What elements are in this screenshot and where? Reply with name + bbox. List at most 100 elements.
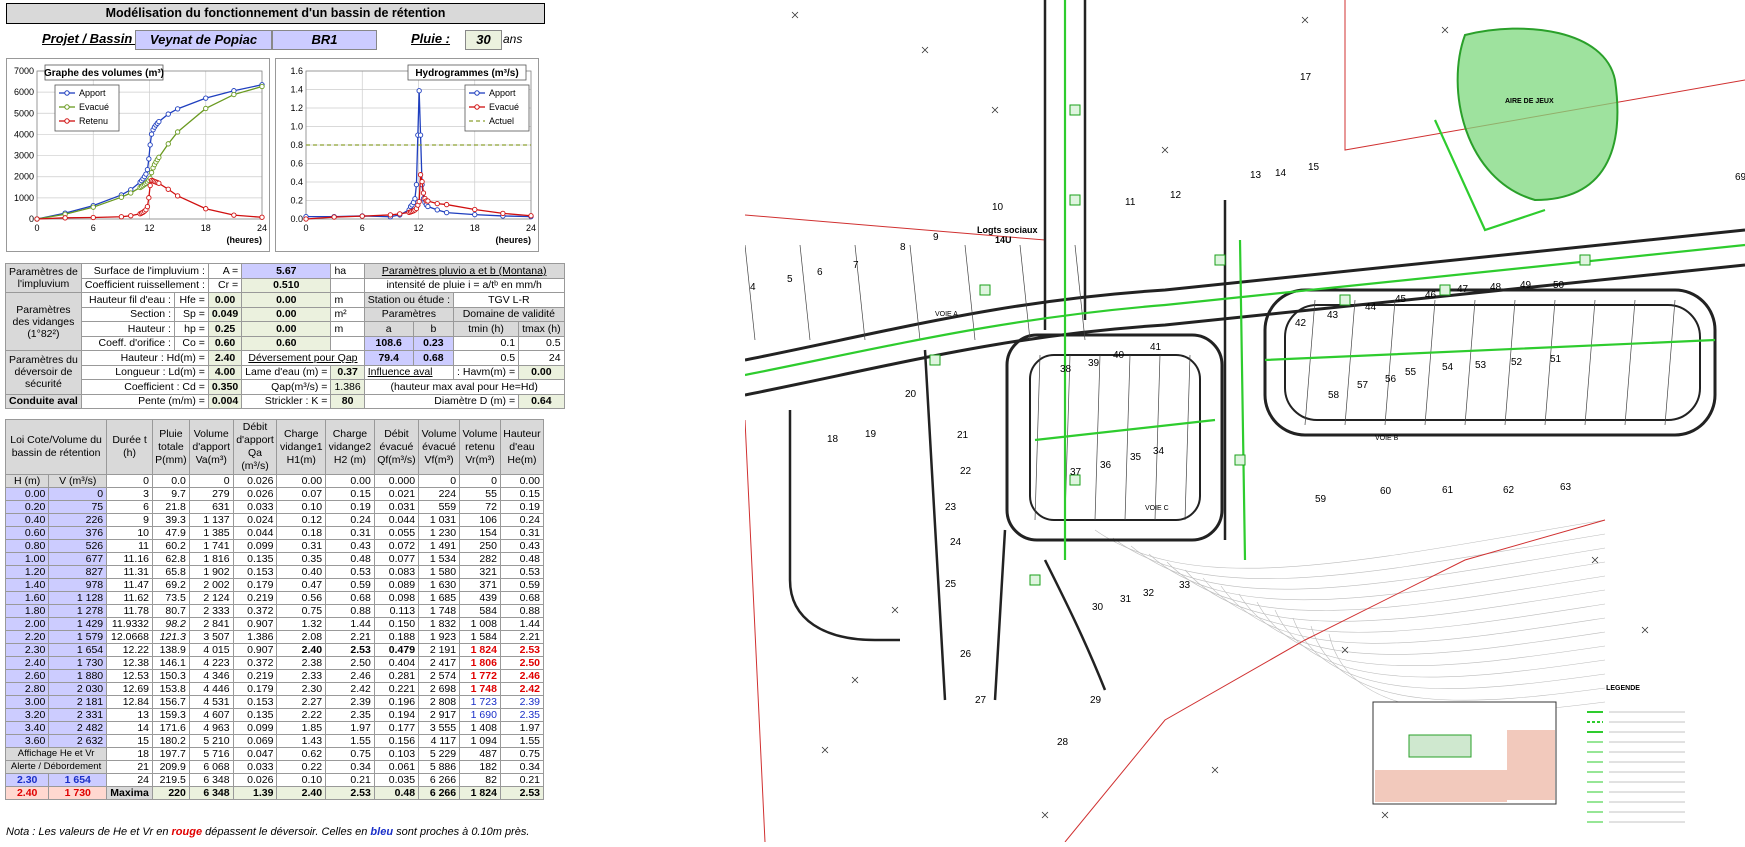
table-cell: 0.19 (499, 500, 545, 514)
table-cell[interactable]: 1 278 (48, 604, 108, 618)
table-cell: 2.50 (499, 656, 545, 670)
table-cell[interactable]: 526 (48, 539, 108, 553)
table-cell[interactable]: 75 (48, 500, 108, 514)
table-cell: 9.7 (152, 487, 190, 501)
table-cell[interactable]: 1 579 (48, 630, 108, 644)
table-cell[interactable]: 1 654 (48, 643, 108, 657)
table-cell[interactable]: 1.00 (4, 552, 50, 566)
data-point (143, 171, 149, 177)
table-cell[interactable]: 3.40 (4, 721, 50, 735)
table-cell[interactable]: 1.60 (4, 591, 50, 605)
table-cell[interactable]: 0.20 (4, 500, 50, 514)
station-value[interactable]: TGV L-R (453, 292, 565, 308)
strickler-value[interactable]: 80 (330, 393, 365, 409)
table-cell: 0.033 (232, 500, 278, 514)
hp-value-1[interactable]: 0.25 (207, 321, 243, 337)
table-cell: 6 (106, 500, 153, 514)
lot-number: 13 (1250, 170, 1262, 181)
table-cell: 1 008 (459, 617, 501, 631)
data-point (259, 83, 265, 90)
table-cell[interactable]: 2 632 (48, 734, 108, 748)
table-cell: 1 806 (459, 656, 501, 670)
montana-b1[interactable]: 0.23 (412, 335, 455, 351)
pente-value[interactable]: 0.004 (207, 393, 243, 409)
co-value-1[interactable]: 0.60 (207, 335, 243, 351)
table-cell: 0.10 (276, 773, 327, 787)
table-cell[interactable]: 2 331 (48, 708, 108, 722)
table-cell[interactable]: 2 482 (48, 721, 108, 735)
site-plan-svg: 45678910 111213 14151718 192021222324252627… (744, 0, 1745, 843)
hydrogram-chart-svg: 0.0 0.2 0.4 0.6 0.8 1.0 1.2 1.4 1.6 0 6 12 18 24 (heur… (290, 64, 536, 245)
montana-a1[interactable]: 108.6 (363, 335, 414, 351)
table-cell: 321 (459, 565, 501, 579)
havm-value[interactable]: 0.00 (518, 364, 565, 380)
montana-title: Paramètres pluvio a et b (Montana) (363, 263, 565, 279)
table-cell[interactable]: 2.30 (4, 643, 50, 657)
montana-b2[interactable]: 0.68 (412, 350, 455, 366)
projet-name-field[interactable]: Veynat de Popiac (135, 30, 272, 50)
manhole-marker (1214, 254, 1226, 266)
data-point (156, 154, 162, 160)
table-cell[interactable]: 0 (48, 487, 108, 501)
table-row: 3.00 2 181 12.84 156.7 4 531 0.153 2.27 2.39 0.1… (4, 695, 545, 709)
a-value[interactable]: 5.67 (241, 263, 332, 279)
table-cell[interactable]: 978 (48, 578, 108, 592)
data-point (165, 186, 171, 192)
table-cell[interactable]: 0.60 (4, 526, 50, 540)
table-cell[interactable]: 0.40 (4, 513, 50, 527)
table-cell[interactable]: 1 730 (48, 656, 108, 670)
hfe-value-1[interactable]: 0.00 (207, 292, 243, 308)
table-cell: 584 (459, 604, 501, 618)
hfe-value-2[interactable]: 0.00 (241, 292, 332, 308)
table-cell[interactable]: 3.60 (4, 734, 50, 748)
table-cell: 4 223 (188, 656, 234, 670)
lot-number: 18 (827, 434, 839, 445)
cd-value[interactable]: 0.350 (207, 379, 243, 395)
table-cell: 1 923 (418, 630, 461, 644)
table-cell[interactable]: 2 030 (48, 682, 108, 696)
table-cell[interactable]: 0.80 (4, 539, 50, 553)
ld-value[interactable]: 4.00 (207, 364, 243, 380)
table-cell: 6 266 (418, 786, 461, 800)
montana-a2[interactable]: 79.4 (363, 350, 414, 366)
table-cell[interactable]: 1.80 (4, 604, 50, 618)
table-cell[interactable]: 376 (48, 526, 108, 540)
table-row: 1.80 1 278 11.78 80.7 2 333 0.372 0.75 0.88 0.11… (4, 604, 545, 618)
table-cell[interactable]: 1.40 (4, 578, 50, 592)
sp-value-1[interactable]: 0.049 (207, 306, 243, 322)
domaine-header: Domaine de validité (453, 306, 565, 322)
legend-label: Actuel (489, 116, 514, 126)
cr-value[interactable]: 0.510 (241, 277, 332, 293)
lot-number: 50 (1553, 280, 1565, 291)
hp-value-2[interactable]: 0.00 (241, 321, 332, 337)
hd-value[interactable]: 2.40 (207, 350, 243, 366)
table-cell[interactable]: 226 (48, 513, 108, 527)
table-cell[interactable]: 2.60 (4, 669, 50, 683)
bassin-field[interactable]: BR1 (272, 30, 377, 50)
sp-value-2[interactable]: 0.00 (241, 306, 332, 322)
table-cell[interactable]: 2.40 (4, 656, 50, 670)
table-cell[interactable]: 1 429 (48, 617, 108, 631)
table-cell[interactable]: 677 (48, 552, 108, 566)
table-cell[interactable]: 2 181 (48, 695, 108, 709)
table-cell[interactable]: 827 (48, 565, 108, 579)
table-cell: 0.15 (325, 487, 375, 501)
co-value-2[interactable]: 0.60 (241, 335, 332, 351)
table-cell[interactable]: 1 880 (48, 669, 108, 683)
table-cell[interactable]: 1 128 (48, 591, 108, 605)
x-tick-label: 6 (91, 223, 96, 233)
table-cell[interactable]: 2.80 (4, 682, 50, 696)
site-plan-map[interactable]: 4 5 6 7 8 9 10 11 12 13 14 15 17 18 19 20 21 22 23 24 25 26 27… (744, 0, 1745, 843)
table-cell[interactable]: 1.20 (4, 565, 50, 579)
table-cell[interactable]: 3.20 (4, 708, 50, 722)
table-cell[interactable]: 2.20 (4, 630, 50, 644)
table-cell: 2 698 (418, 682, 461, 696)
co-label: Coeff. d'orifice : (80, 335, 175, 351)
table-cell[interactable]: 3.00 (4, 695, 50, 709)
table-row: 0.00 0 3 9.7 279 0.026 0.07 0.15 0.021 224 55 0.15 (4, 487, 545, 501)
table-cell: 0.188 (373, 630, 420, 644)
data-point (62, 215, 68, 221)
table-cell[interactable]: 2.00 (4, 617, 50, 631)
table-cell[interactable]: 0.00 (4, 487, 50, 501)
pluie-field[interactable]: 30 (465, 30, 502, 50)
